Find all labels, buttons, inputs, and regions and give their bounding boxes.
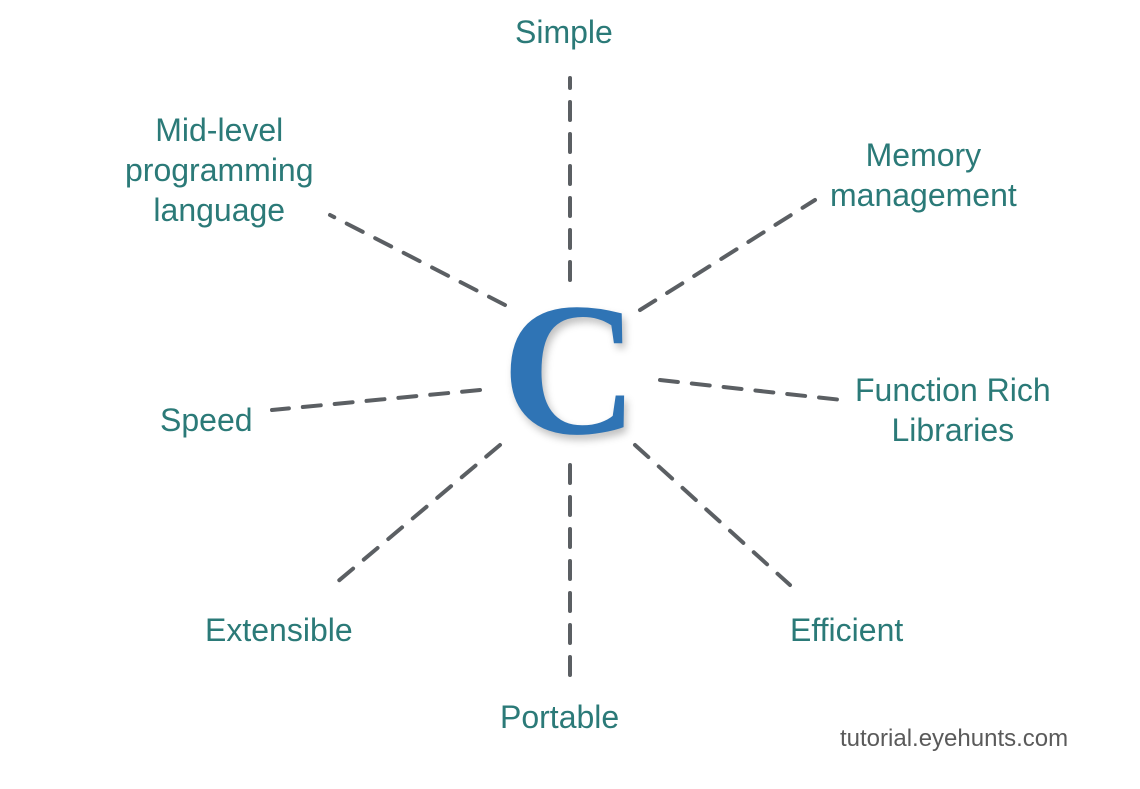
attribution-footer: tutorial.eyehunts.com	[840, 725, 1068, 753]
spoke-line	[640, 200, 815, 310]
spoke-line	[330, 445, 500, 588]
spoke-label: Function Rich Libraries	[855, 370, 1051, 450]
spoke-line	[660, 380, 842, 400]
spoke-label: Portable	[500, 697, 619, 737]
spoke-line	[330, 215, 505, 305]
c-features-diagram: C Simple Memory management Function Rich L…	[0, 0, 1140, 789]
spoke-line	[635, 445, 790, 585]
center-letter-c: C	[501, 275, 638, 465]
spoke-line	[272, 390, 480, 410]
spoke-label: Simple	[515, 12, 613, 52]
spoke-label: Memory management	[830, 135, 1017, 215]
spoke-label: Mid-level programming language	[125, 110, 314, 230]
spoke-label: Speed	[160, 400, 253, 440]
spoke-label: Efficient	[790, 610, 903, 650]
spoke-label: Extensible	[205, 610, 353, 650]
